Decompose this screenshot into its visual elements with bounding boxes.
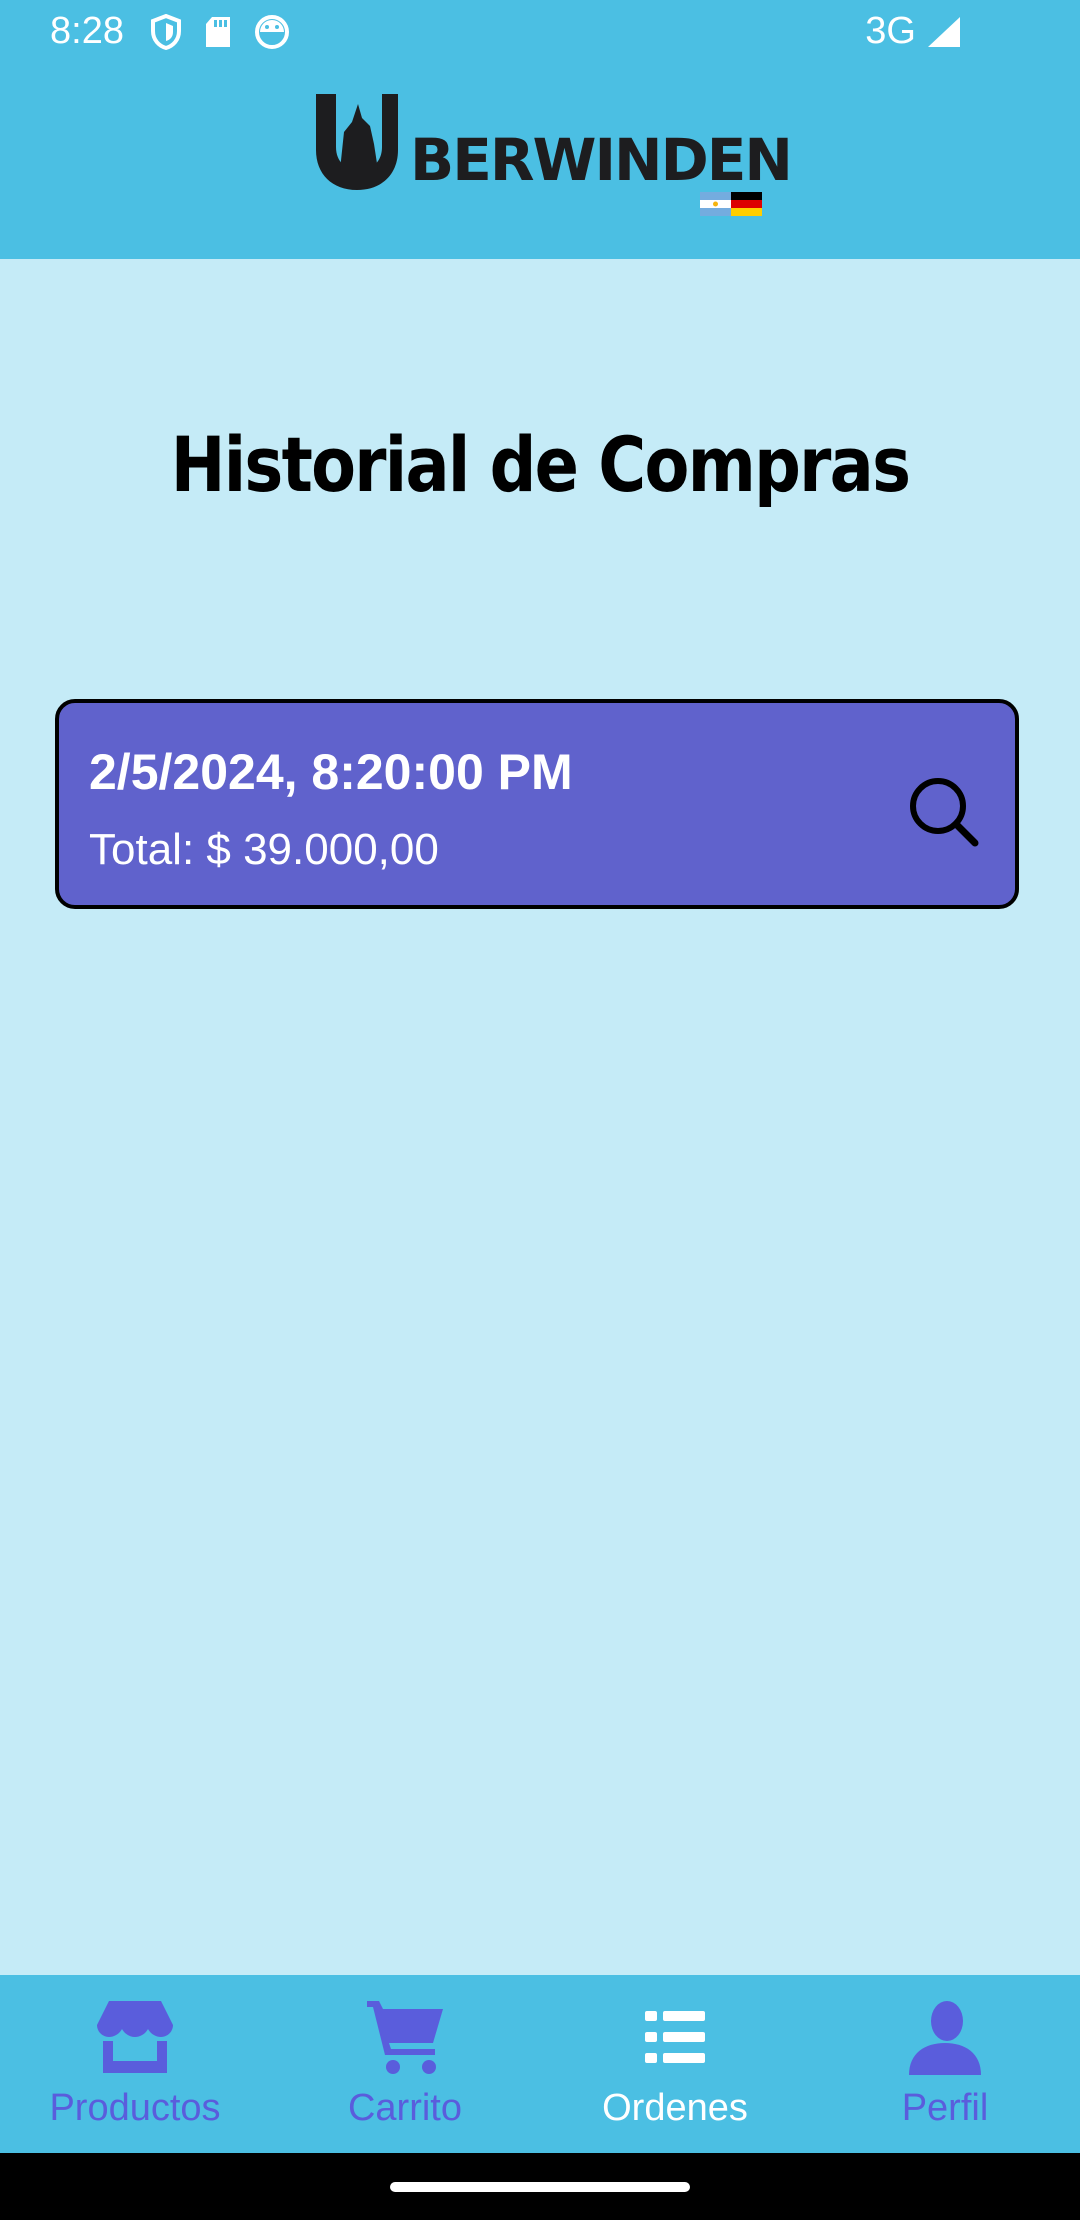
- order-date: 2/5/2024, 8:20:00 PM: [89, 744, 573, 800]
- nav-label: Carrito: [347, 2087, 463, 2129]
- store-icon: [97, 2001, 173, 2073]
- nav-label: Perfil: [901, 2087, 989, 2129]
- status-time: 8:28: [50, 10, 124, 52]
- order-card[interactable]: 2/5/2024, 8:20:00 PM Total: $ 39.000,00: [55, 699, 1019, 909]
- nav-label: Productos: [49, 2087, 221, 2129]
- shield-icon: [151, 14, 181, 50]
- status-bar: 8:28 3G: [0, 0, 1080, 66]
- status-network: 3G: [865, 10, 962, 53]
- nav-item-productos[interactable]: Productos: [0, 1975, 270, 2153]
- person-icon: [909, 2001, 981, 2075]
- signal-icon: [928, 16, 960, 47]
- search-icon[interactable]: [907, 775, 981, 849]
- flags-icon: [700, 192, 762, 216]
- status-icons: [150, 14, 290, 50]
- system-navigation-bar: [0, 2153, 1080, 2220]
- wolf-logo-icon: [316, 94, 398, 190]
- order-total: Total: $ 39.000,00: [89, 825, 439, 874]
- home-gesture-handle[interactable]: [390, 2182, 690, 2192]
- cart-icon: [367, 2001, 443, 2074]
- nav-item-ordenes[interactable]: Ordenes: [540, 1975, 810, 2153]
- sd-card-icon: [206, 17, 230, 47]
- brand-logo: BERWINDEN: [314, 92, 793, 218]
- nav-item-perfil[interactable]: Perfil: [810, 1975, 1080, 2153]
- list-icon: [645, 2011, 705, 2063]
- nav-label: Ordenes: [602, 2087, 748, 2129]
- android-face-icon: [255, 15, 289, 49]
- page-title: Historial de Compras: [170, 420, 911, 509]
- brand-name: BERWINDEN: [410, 126, 793, 194]
- bottom-navigation: Productos Carrito Ordenes Perfil: [0, 1975, 1080, 2153]
- nav-item-carrito[interactable]: Carrito: [270, 1975, 540, 2153]
- network-type: 3G: [865, 10, 916, 52]
- app-header: BERWINDEN: [0, 66, 1080, 259]
